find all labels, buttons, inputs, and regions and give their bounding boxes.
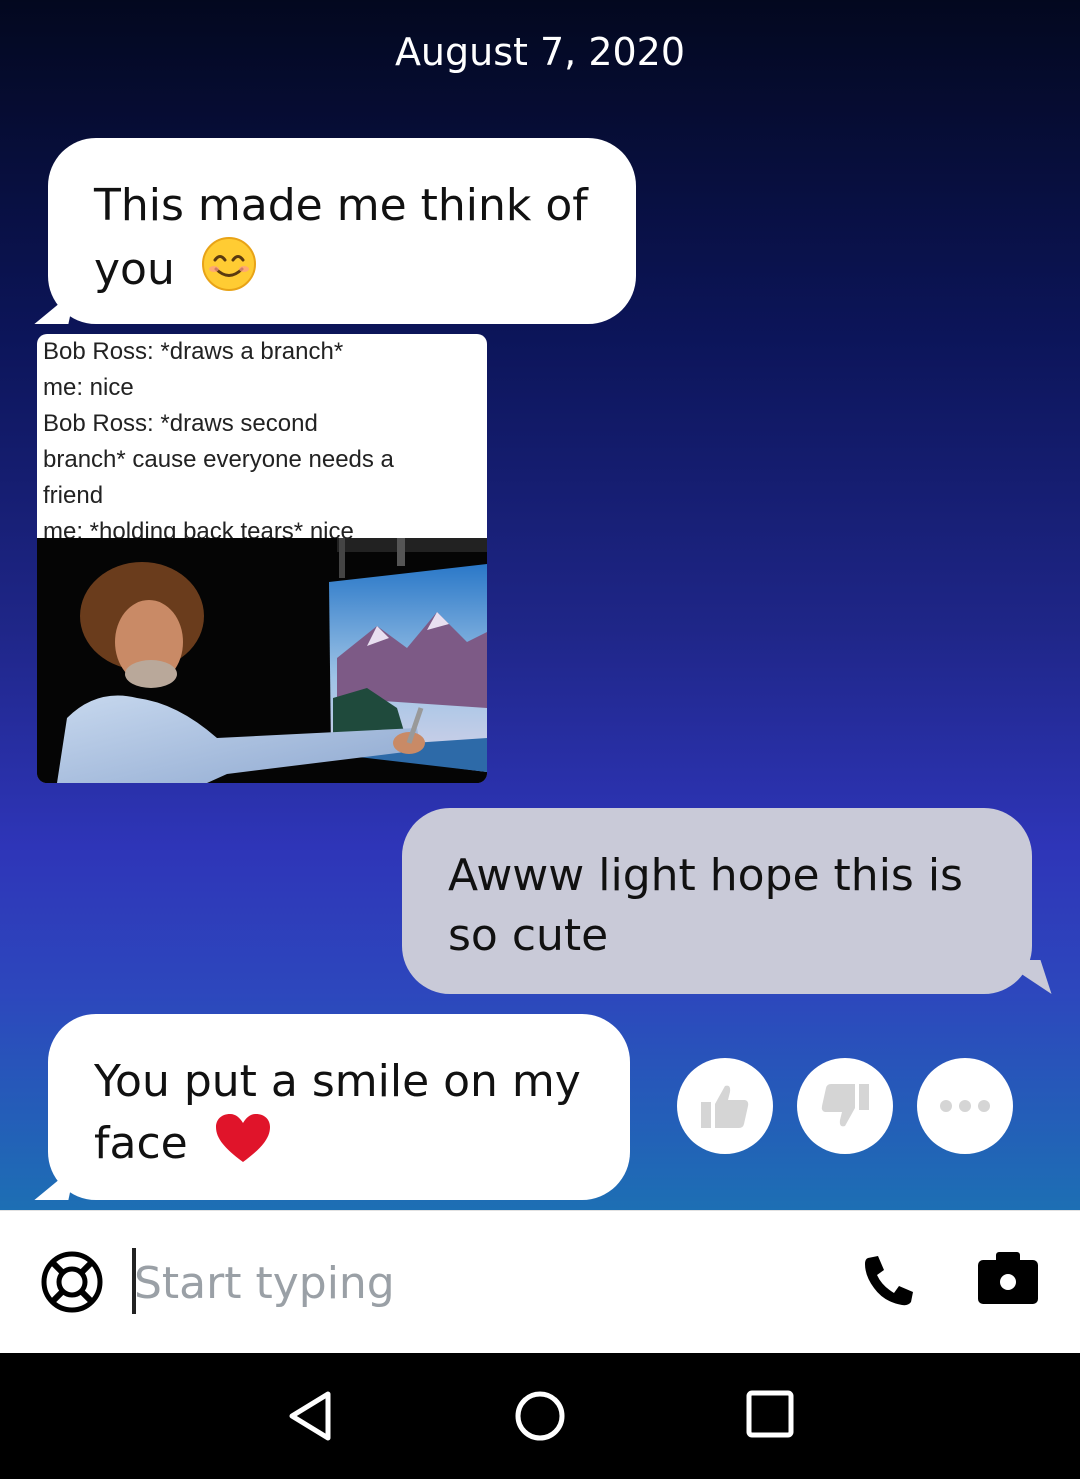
thumbs-up-icon <box>701 1085 749 1128</box>
home-icon[interactable] <box>514 1390 566 1446</box>
more-options-button[interactable] <box>917 1058 1013 1154</box>
more-options-icon <box>940 1100 990 1112</box>
back-icon[interactable] <box>286 1390 334 1446</box>
meme-caption-line: branch* cause everyone needs a <box>43 446 394 473</box>
thumbs-down-button[interactable] <box>797 1058 893 1154</box>
message-text: You put a smile on my face <box>94 1056 581 1169</box>
date-header: August 7, 2020 <box>394 30 686 74</box>
outgoing-message-bubble[interactable]: Awww light hope this is so cute <box>402 808 1032 994</box>
help-lifebuoy-icon[interactable] <box>40 1250 104 1318</box>
thumbs-up-button[interactable] <box>677 1058 773 1154</box>
meme-image-message[interactable]: Bob Ross: *draws a branch* me: nice Bob … <box>37 334 487 783</box>
recents-icon[interactable] <box>746 1390 794 1442</box>
phone-call-icon[interactable] <box>862 1254 916 1312</box>
chat-area[interactable]: August 7, 2020 This made me think of you… <box>0 0 1080 1210</box>
message-text: Awww light hope this is so cute <box>448 850 963 961</box>
red-heart-emoji-icon <box>214 1112 272 1180</box>
message-input[interactable] <box>134 1251 814 1315</box>
incoming-message-bubble[interactable]: You put a smile on my face <box>48 1014 630 1200</box>
message-text: This made me think of you <box>94 180 588 295</box>
meme-caption-line: me: nice <box>43 374 134 401</box>
thumbs-down-icon <box>821 1084 869 1127</box>
incoming-message-bubble[interactable]: This made me think of you <box>48 138 636 324</box>
camera-icon[interactable] <box>976 1250 1040 1310</box>
meme-caption-line: Bob Ross: *draws a branch* <box>43 338 344 365</box>
meme-caption: Bob Ross: *draws a branch* me: nice Bob … <box>43 334 483 550</box>
meme-caption-line: friend <box>43 482 104 509</box>
smiling-face-emoji-icon <box>201 236 257 308</box>
meme-caption-line: Bob Ross: *draws second <box>43 410 318 437</box>
bob-ross-painting-photo <box>37 538 487 783</box>
